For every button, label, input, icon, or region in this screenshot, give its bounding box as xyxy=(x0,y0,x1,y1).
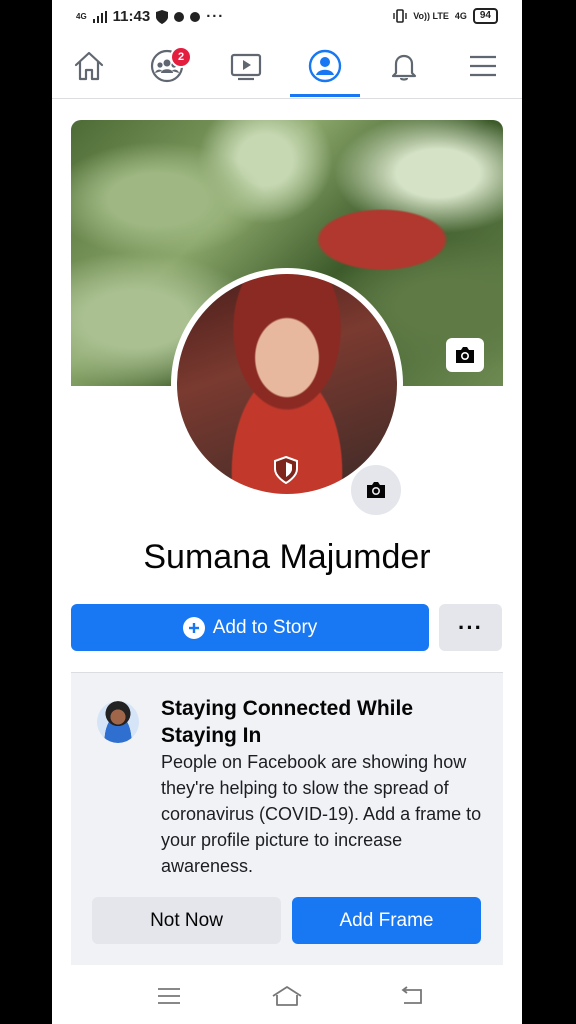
clock: 11:43 xyxy=(112,8,151,25)
status-right: Vo)) LTE 4G 94 xyxy=(393,8,498,24)
camera-icon xyxy=(367,482,385,498)
system-back-button[interactable] xyxy=(391,982,431,1010)
vibrate-icon xyxy=(393,9,407,23)
network-type-indicator: 4G xyxy=(454,11,467,21)
nav-menu-tab[interactable] xyxy=(454,42,512,90)
network-indicator: 4G xyxy=(76,11,87,21)
bell-icon xyxy=(391,54,417,81)
nav-home-tab[interactable] xyxy=(60,42,118,90)
shield-status-icon xyxy=(156,9,169,24)
top-nav-bar: 2 xyxy=(52,34,522,99)
menu-lines-icon xyxy=(158,988,180,1004)
nav-groups-tab[interactable]: 2 xyxy=(138,42,196,90)
add-frame-button[interactable]: Add Frame xyxy=(292,897,481,944)
more-notifications-icon: ··· xyxy=(206,8,225,25)
card-title: Staying Connected While Staying In xyxy=(161,697,414,747)
home-outline-icon xyxy=(272,986,302,1006)
not-now-button[interactable]: Not Now xyxy=(92,897,281,944)
active-tab-indicator xyxy=(290,94,360,97)
more-options-label: ··· xyxy=(458,614,483,640)
nav-profile-tab[interactable] xyxy=(296,42,354,90)
not-now-label: Not Now xyxy=(150,909,223,931)
nav-watch-tab[interactable] xyxy=(217,42,275,90)
groups-notification-badge: 2 xyxy=(170,46,192,68)
nav-notifications-tab[interactable] xyxy=(375,42,433,90)
card-body: People on Facebook are showing how they'… xyxy=(161,752,482,876)
hamburger-menu-icon xyxy=(470,55,496,77)
add-to-story-label: Add to Story xyxy=(212,616,318,638)
more-options-button[interactable]: ··· xyxy=(439,604,502,651)
edit-cover-photo-button[interactable] xyxy=(446,338,484,372)
edit-profile-picture-button[interactable] xyxy=(348,462,404,518)
home-icon xyxy=(74,51,104,81)
camera-icon xyxy=(456,347,474,363)
status-bar: 4G 11:43 ··· Vo)) LTE 4G 94 xyxy=(52,0,522,34)
volte-indicator: Vo)) LTE xyxy=(413,11,449,21)
profile-frame-suggestion-card: Staying Connected While Staying In Peopl… xyxy=(71,672,503,965)
signal-icon xyxy=(92,10,107,23)
system-home-button[interactable] xyxy=(267,982,307,1010)
back-arrow-icon xyxy=(401,986,422,1004)
system-navigation-bar xyxy=(52,970,522,1024)
status-left: 4G 11:43 ··· xyxy=(76,8,224,25)
screen: 4G 11:43 ··· Vo)) LTE 4G 94 2 Sumana Maj… xyxy=(52,0,522,1024)
notification-dot-icon xyxy=(174,11,185,22)
add-to-story-button[interactable]: Add to Story xyxy=(71,604,429,651)
video-play-icon xyxy=(230,53,262,81)
battery-indicator: 94 xyxy=(472,8,498,24)
chrome-icon xyxy=(190,11,201,22)
add-frame-label: Add Frame xyxy=(339,909,434,931)
profile-icon xyxy=(308,49,342,83)
card-illustration-avatar xyxy=(97,701,139,743)
profile-name: Sumana Majumder xyxy=(143,538,431,576)
profile-guard-shield-icon xyxy=(274,456,298,484)
plus-circle-icon xyxy=(182,616,205,639)
system-menu-button[interactable] xyxy=(149,982,189,1010)
